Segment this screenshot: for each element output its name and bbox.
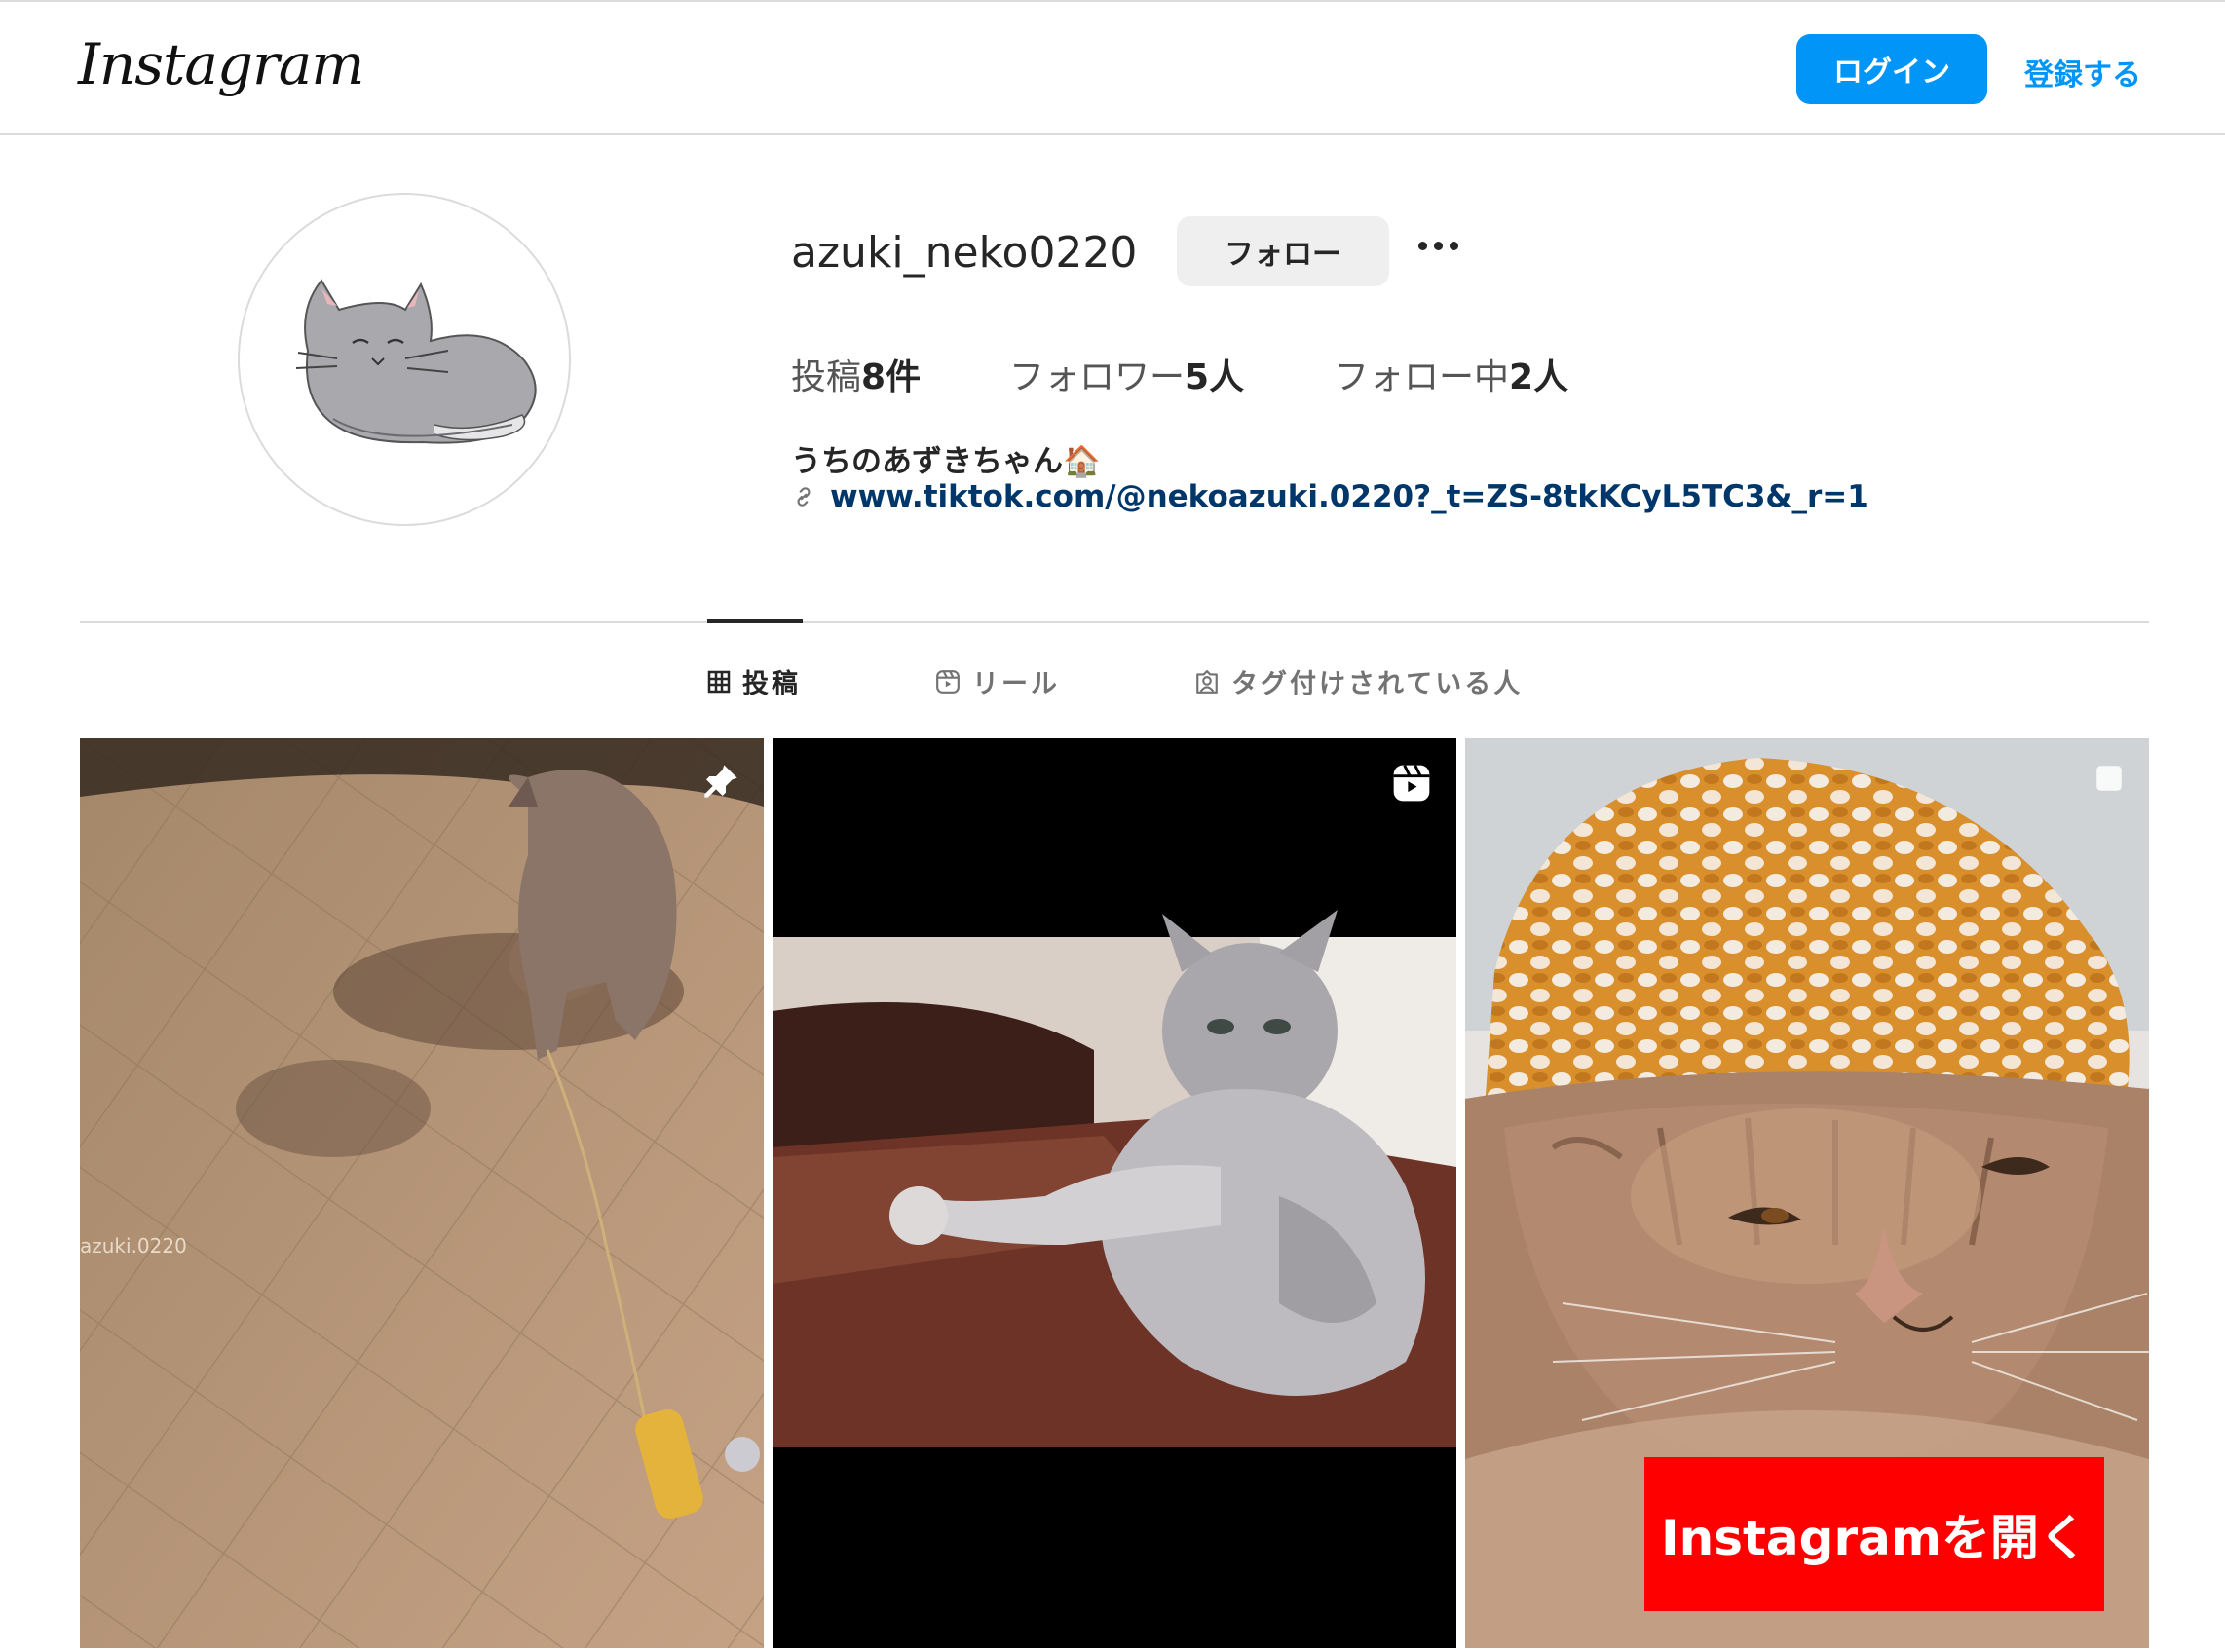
following-label: フォロー中: [1334, 357, 1510, 397]
tab-posts[interactable]: 投稿: [707, 662, 801, 700]
followers-value: 5人: [1185, 357, 1245, 397]
top-navigation-bar: Instagram ログイン 登録する: [0, 2, 2225, 135]
active-tab-indicator: [707, 620, 803, 623]
grid-icon: [707, 670, 731, 693]
link-icon: [797, 487, 811, 507]
posts-count: 投稿8件: [791, 349, 921, 399]
reels-icon: [936, 669, 960, 694]
tagged-icon: [1196, 669, 1218, 694]
open-instagram-button[interactable]: Instagramを開く: [1644, 1457, 2104, 1611]
tab-reels[interactable]: リール: [935, 662, 1060, 700]
reels-icon: [1393, 765, 1430, 802]
sleeping-cat-drawing: [295, 279, 537, 444]
bio-external-link[interactable]: www.tiktok.com/@nekoazuki.0220?_t=ZS-8tk…: [791, 479, 1868, 514]
grey-cat-photo: [773, 738, 1456, 1648]
tab-tagged[interactable]: タグ付けされている人: [1194, 662, 1523, 700]
tab-posts-label: 投稿: [742, 669, 801, 699]
signup-link[interactable]: 登録する: [2024, 51, 2141, 94]
profile-avatar[interactable]: [238, 193, 571, 526]
bio-link-text[interactable]: www.tiktok.com/@nekoazuki.0220?_t=ZS-8tk…: [830, 479, 1868, 514]
cat-playing-photo: azuki.0220: [80, 738, 764, 1648]
following-value: 2人: [1509, 357, 1569, 397]
more-options-icon[interactable]: [1418, 230, 1458, 262]
bio-display-name: うちのあずきちゃん🏠: [791, 444, 1101, 479]
followers-count[interactable]: フォロワー5人: [1009, 349, 1244, 399]
following-count[interactable]: フォロー中2人: [1334, 349, 1568, 399]
posts-value: 8件: [861, 357, 922, 397]
follow-button[interactable]: フォロー: [1177, 216, 1389, 286]
post-thumbnail[interactable]: [773, 738, 1456, 1648]
posts-label: 投稿: [791, 357, 862, 397]
tabs-divider: [80, 621, 2149, 623]
post-thumbnail[interactable]: azuki.0220: [80, 738, 764, 1648]
watermark-text: azuki.0220: [80, 1234, 187, 1258]
multi-post-icon: [2096, 766, 2122, 791]
instagram-logo[interactable]: Instagram: [78, 31, 364, 97]
followers-label: フォロワー: [1009, 357, 1186, 397]
login-button[interactable]: ログイン: [1796, 34, 1987, 104]
tab-tagged-label: タグ付けされている人: [1231, 669, 1524, 699]
tab-reels-label: リール: [972, 669, 1060, 699]
pin-icon: [704, 765, 737, 798]
profile-username: azuki_neko0220: [791, 228, 1138, 278]
